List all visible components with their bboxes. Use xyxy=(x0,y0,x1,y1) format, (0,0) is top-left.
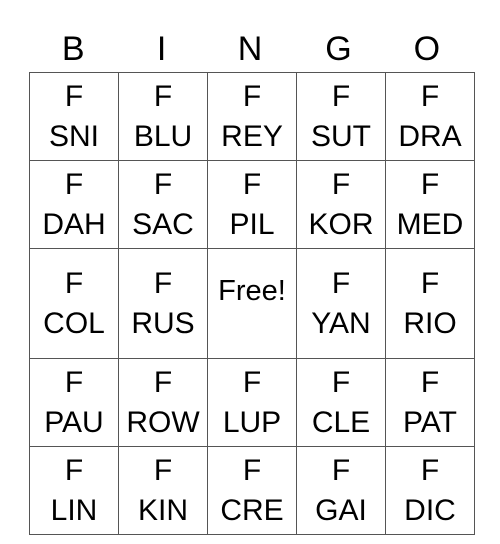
cell-initial: F xyxy=(242,453,262,487)
cell-abbrev: RUS xyxy=(131,306,195,340)
header-letter-g: G xyxy=(325,30,352,68)
cell-initial: F xyxy=(64,266,84,300)
bingo-header: B I N G O xyxy=(29,26,471,72)
cell-initial: F xyxy=(64,79,84,113)
cell-initial: F xyxy=(153,365,173,399)
bingo-cell[interactable]: F KIN xyxy=(118,446,208,535)
cell-abbrev: COL xyxy=(43,306,105,340)
cell-initial: F xyxy=(420,266,440,300)
cell-abbrev: GAI xyxy=(315,493,367,527)
cell-initial: F xyxy=(153,79,173,113)
cell-abbrev: RIO xyxy=(403,306,457,340)
bingo-cell[interactable]: F PIL xyxy=(207,160,297,249)
bingo-cell[interactable]: F LUP xyxy=(207,358,297,447)
bingo-grid: F SNI F BLU F REY F SUT F DRA F DAH F SAC F PIL F KOR F MED… xyxy=(29,72,475,535)
cell-abbrev: MED xyxy=(396,207,464,241)
bingo-cell[interactable]: F SAC xyxy=(118,160,208,249)
grid-row: F DAH F SAC F PIL F KOR F MED xyxy=(29,160,475,249)
bingo-cell[interactable]: F RIO xyxy=(385,248,475,359)
cell-initial: F xyxy=(420,79,440,113)
cell-initial: F xyxy=(331,365,351,399)
grid-row: F PAU F ROW F LUP F CLE F PAT xyxy=(29,358,475,447)
cell-initial: F xyxy=(331,167,351,201)
cell-abbrev: PAU xyxy=(44,405,104,439)
cell-abbrev: KIN xyxy=(137,493,188,527)
bingo-cell[interactable]: F DRA xyxy=(385,72,475,161)
grid-row: F COL F RUS Free! F YAN F RIO xyxy=(29,248,475,359)
cell-abbrev: SUT xyxy=(311,119,371,153)
bingo-cell[interactable]: F DIC xyxy=(385,446,475,535)
grid-row: F LIN F KIN F CRE F GAI F DIC xyxy=(29,446,475,535)
cell-initial: F xyxy=(242,79,262,113)
bingo-cell[interactable]: F YAN xyxy=(296,248,386,359)
cell-initial: F xyxy=(153,453,173,487)
cell-initial: F xyxy=(420,167,440,201)
header-letter-b: B xyxy=(61,30,85,68)
cell-abbrev: PAT xyxy=(403,405,457,439)
cell-initial: F xyxy=(64,453,84,487)
bingo-cell[interactable]: F MED xyxy=(385,160,475,249)
bingo-cell[interactable]: F PAT xyxy=(385,358,475,447)
cell-abbrev: KOR xyxy=(308,207,374,241)
cell-abbrev: PIL xyxy=(229,207,275,241)
cell-abbrev: REY xyxy=(221,119,283,153)
cell-abbrev: LUP xyxy=(222,405,282,439)
bingo-cell[interactable]: F CLE xyxy=(296,358,386,447)
bingo-cell[interactable]: F REY xyxy=(207,72,297,161)
cell-initial: F xyxy=(64,167,84,201)
cell-abbrev: CRE xyxy=(220,493,284,527)
cell-initial: F xyxy=(153,266,173,300)
bingo-cell[interactable]: F RUS xyxy=(118,248,208,359)
bingo-cell[interactable]: F ROW xyxy=(118,358,208,447)
cell-abbrev: DIC xyxy=(404,493,456,527)
cell-initial: F xyxy=(331,266,351,300)
cell-abbrev: LIN xyxy=(50,493,98,527)
bingo-cell[interactable]: F KOR xyxy=(296,160,386,249)
bingo-cell[interactable]: F DAH xyxy=(29,160,119,249)
cell-abbrev: DAH xyxy=(42,207,106,241)
bingo-cell[interactable]: F PAU xyxy=(29,358,119,447)
header-letter-o: O xyxy=(413,30,441,68)
bingo-cell[interactable]: F COL xyxy=(29,248,119,359)
cell-initial: F xyxy=(64,365,84,399)
cell-abbrev: YAN xyxy=(311,306,371,340)
bingo-cell[interactable]: F BLU xyxy=(118,72,208,161)
free-label: Free! xyxy=(218,275,286,307)
bingo-cell[interactable]: F CRE xyxy=(207,446,297,535)
cell-initial: F xyxy=(242,167,262,201)
cell-abbrev: DRA xyxy=(398,119,462,153)
bingo-cell[interactable]: F LIN xyxy=(29,446,119,535)
cell-abbrev: CLE xyxy=(311,405,371,439)
cell-initial: F xyxy=(331,79,351,113)
free-space-cell[interactable]: Free! xyxy=(207,248,297,359)
cell-initial: F xyxy=(153,167,173,201)
header-letter-n: N xyxy=(237,30,263,68)
bingo-cell[interactable]: F GAI xyxy=(296,446,386,535)
grid-row: F SNI F BLU F REY F SUT F DRA xyxy=(29,72,475,161)
bingo-cell[interactable]: F SNI xyxy=(29,72,119,161)
cell-initial: F xyxy=(331,453,351,487)
cell-abbrev: SNI xyxy=(48,119,99,153)
cell-abbrev: ROW xyxy=(126,405,200,439)
cell-initial: F xyxy=(420,453,440,487)
cell-initial: F xyxy=(242,365,262,399)
cell-initial: F xyxy=(420,365,440,399)
header-letter-i: I xyxy=(156,30,167,68)
cell-abbrev: SAC xyxy=(132,207,194,241)
cell-abbrev: BLU xyxy=(133,119,193,153)
bingo-cell[interactable]: F SUT xyxy=(296,72,386,161)
